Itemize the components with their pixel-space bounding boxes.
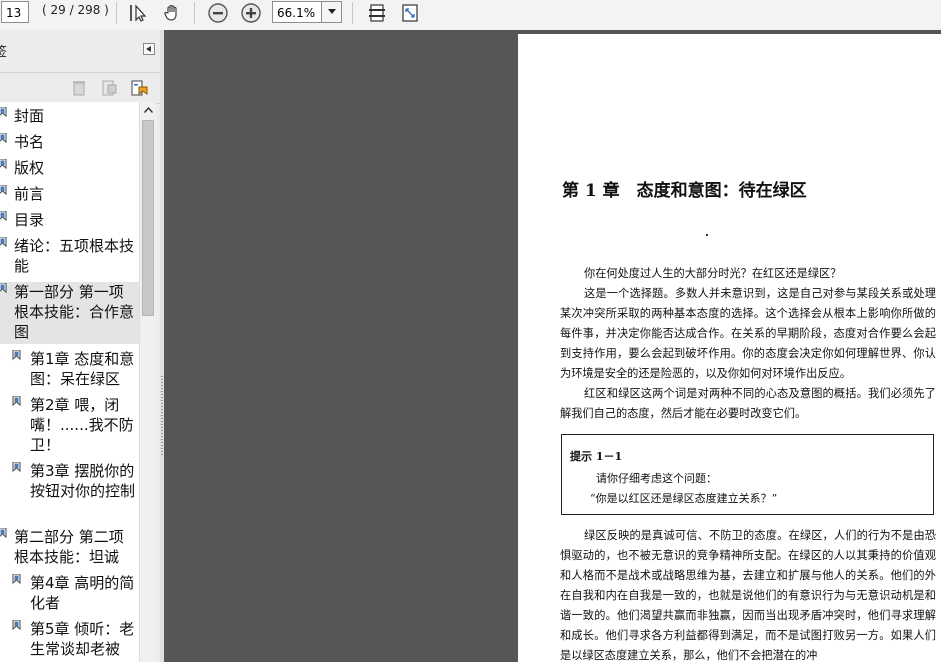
page-number-input[interactable]: 13 — [1, 1, 29, 23]
bookmark-icon — [12, 396, 21, 407]
toolbar-divider — [116, 2, 117, 24]
bookmark-label: 第一部分 第一项根本技能：合作意图 — [14, 283, 135, 341]
bookmark-label: 第3章 摆脱你的按钮对你的控制 — [30, 462, 136, 500]
bookmark-item[interactable]: 第4章 高明的简化者 — [0, 573, 139, 613]
panel-header: 签 — [0, 40, 160, 60]
bookmark-label: 第4章 高明的简化者 — [30, 574, 135, 612]
tip-text: “你是以红区还是绿区态度建立关系？” — [590, 492, 778, 505]
toolbar: 13 ( 29 / 298 ) 66.1% — [0, 0, 941, 31]
bookmark-icon — [0, 133, 7, 144]
bookmark-icon — [12, 620, 21, 631]
tip-title: 提示 1－1 — [570, 450, 623, 463]
page-mark — [706, 234, 708, 236]
bookmark-label: 绪论：五项根本技能 — [14, 237, 135, 275]
bookmark-scrollbar[interactable] — [139, 102, 156, 662]
paragraph: 你在何处度过人生的大部分时光？在红区还是绿区？ — [584, 267, 842, 280]
fit-width-icon[interactable] — [398, 1, 422, 25]
delete-bookmark-icon[interactable] — [70, 79, 88, 97]
bookmark-icon — [12, 350, 21, 361]
panel-title: 签 — [0, 45, 8, 60]
chevron-up-icon — [143, 107, 153, 113]
bookmark-item[interactable]: 第3章 摆脱你的按钮对你的控制 — [0, 461, 139, 523]
bookmark-options-icon[interactable] — [130, 79, 148, 97]
splitter-grip[interactable] — [161, 376, 163, 456]
bookmarks-panel: 签 封面 书名 版权 前言 目录 绪论：五项根本技能 第一部分 第一项根本技能：… — [0, 30, 161, 662]
bookmark-icon — [0, 283, 7, 294]
hand-tool-icon[interactable] — [160, 1, 184, 25]
fit-page-icon[interactable] — [365, 1, 389, 25]
bookmark-label: 封面 — [14, 107, 45, 125]
bookmark-icon — [0, 211, 7, 222]
zoom-in-icon[interactable] — [239, 1, 263, 25]
document-page: 第 1 章 态度和意图：待在绿区 你在何处度过人生的大部分时光？在红区还是绿区？… — [518, 34, 941, 662]
bookmark-item[interactable]: 绪论：五项根本技能 — [0, 236, 139, 276]
bookmark-icon — [0, 107, 7, 118]
collapse-panel-button[interactable] — [143, 43, 155, 55]
document-viewport: 第 1 章 态度和意图：待在绿区 你在何处度过人生的大部分时光？在红区还是绿区？… — [164, 30, 941, 662]
zoom-out-icon[interactable] — [206, 1, 230, 25]
bookmark-label: 书名 — [14, 133, 45, 151]
toolbar-divider — [194, 2, 195, 24]
bookmark-item[interactable]: 第2章 喂，闭嘴！......我不防卫！ — [0, 395, 139, 457]
bookmark-item-selected[interactable]: 第一部分 第一项根本技能：合作意图 — [0, 282, 139, 344]
bookmark-label: 前言 — [14, 185, 45, 203]
new-bookmark-icon[interactable] — [100, 79, 118, 97]
bookmark-icon — [12, 462, 21, 473]
bookmark-icon — [0, 237, 7, 248]
page-count-label: ( 29 / 298 ) — [42, 3, 109, 17]
paragraph: 绿区反映的是真诚可信、不防卫的态度。在绿区，人们的行为不是由恐惧驱动的，也不被无… — [560, 529, 936, 662]
toolbar-divider — [352, 2, 353, 24]
chevron-down-icon — [327, 9, 336, 14]
tip-box: 提示 1－1 请你仔细考虑这个问题： “你是以红区还是绿区态度建立关系？” — [561, 434, 934, 515]
bookmark-icon — [12, 574, 21, 585]
bookmark-label: 第2章 喂，闭嘴！......我不防卫！ — [30, 396, 134, 454]
bookmark-item[interactable]: 第二部分 第二项根本技能：坦诚 — [0, 527, 139, 567]
panel-toolbar — [0, 72, 160, 104]
zoom-input[interactable]: 66.1% — [272, 1, 322, 23]
chapter-title: 第 1 章 态度和意图：待在绿区 — [562, 181, 807, 201]
scroll-thumb[interactable] — [142, 120, 154, 316]
bookmark-icon — [0, 159, 7, 170]
bookmark-label: 版权 — [14, 159, 45, 177]
select-tool-icon[interactable] — [126, 1, 150, 25]
paragraph: 这是一个选择题。多数人并未意识到，这是自己对参与某段关系或处理某次冲突所采取的两… — [560, 287, 936, 380]
bookmark-icon — [0, 528, 7, 539]
scroll-up-button[interactable] — [140, 102, 156, 118]
tip-text: 请你仔细考虑这个问题： — [596, 472, 717, 485]
bookmark-label: 目录 — [14, 211, 45, 229]
bookmark-tree: 封面 书名 版权 前言 目录 绪论：五项根本技能 第一部分 第一项根本技能：合作… — [0, 102, 139, 662]
bookmark-label: 第5章 倾听：老生常谈却老被 — [30, 620, 135, 658]
bookmark-item[interactable]: 第1章 态度和意图：呆在绿区 — [0, 349, 139, 389]
zoom-dropdown[interactable] — [322, 1, 342, 23]
paragraph: 红区和绿区这两个词是对两种不同的心态及意图的概括。我们必须先了解我们自己的态度，… — [560, 387, 936, 420]
bookmark-item[interactable]: 第5章 倾听：老生常谈却老被 — [0, 619, 139, 659]
bookmark-label: 第1章 态度和意图：呆在绿区 — [30, 350, 135, 388]
bookmark-icon — [0, 185, 7, 196]
bookmark-label: 第二部分 第二项根本技能：坦诚 — [14, 528, 124, 566]
